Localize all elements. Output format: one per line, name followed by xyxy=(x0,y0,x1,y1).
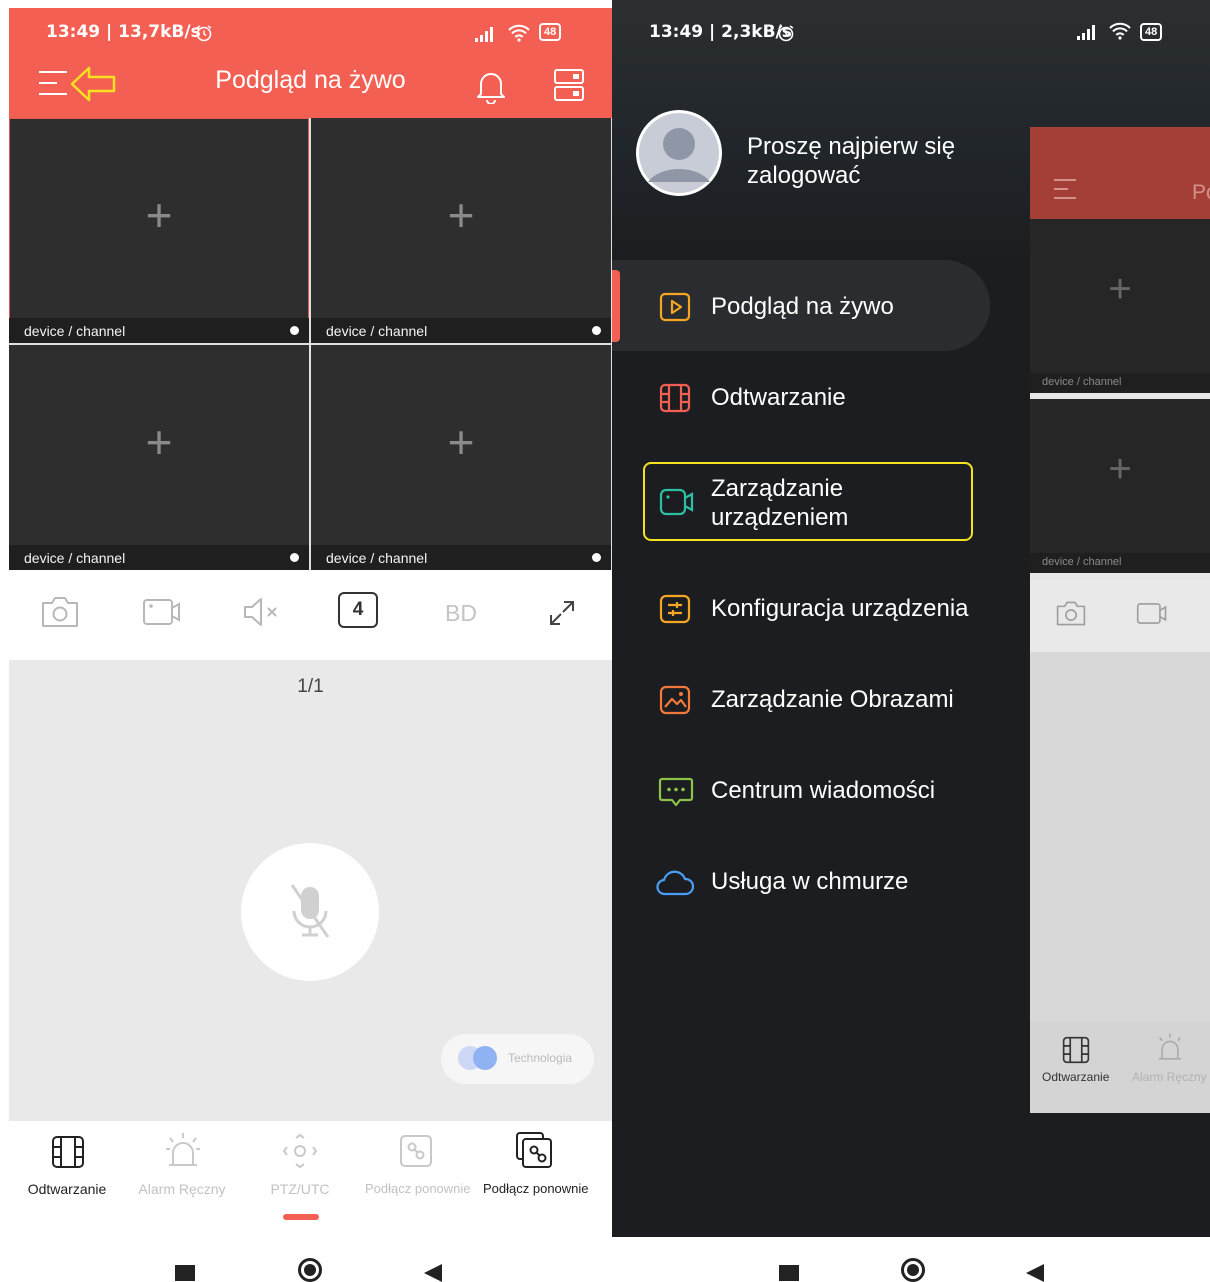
talk-button[interactable] xyxy=(241,843,379,981)
avatar[interactable] xyxy=(636,110,722,196)
image-icon xyxy=(658,685,692,715)
page-indicator: 1/1 xyxy=(297,676,324,697)
video-cell-2[interactable]: + device / channel xyxy=(311,118,611,343)
status-dot xyxy=(592,326,601,335)
home-icon[interactable] xyxy=(901,1258,925,1282)
wifi-icon xyxy=(507,24,531,42)
camera-icon xyxy=(658,486,696,518)
status-time: 13:49 | 13,7kB/s xyxy=(46,22,201,42)
status-dot xyxy=(592,553,601,562)
film-icon xyxy=(51,1135,85,1169)
peek-cell-1: + device / channel xyxy=(1030,219,1210,393)
signal-icon xyxy=(1077,24,1099,40)
status-dot xyxy=(290,326,299,335)
mute-icon[interactable] xyxy=(242,595,282,629)
recents-icon[interactable] xyxy=(779,1265,799,1281)
sliders-icon xyxy=(658,594,692,624)
bell-icon[interactable] xyxy=(475,68,507,104)
system-navbar-right xyxy=(612,1237,1210,1282)
toggle-circle-front xyxy=(473,1046,497,1070)
live-view-screen: 13:49 | 13,7kB/s 48 Podgląd na żywo + de… xyxy=(9,8,612,1237)
peek-bottom-tabs: Odtwarzanie Alarm Ręczny xyxy=(1030,1022,1210,1113)
app-header: 13:49 | 13,7kB/s 48 Podgląd na żywo xyxy=(9,8,612,118)
peek-title: Po xyxy=(1192,181,1210,204)
wifi-icon xyxy=(1108,22,1132,40)
menu-icon xyxy=(1052,177,1078,201)
alarm-clock-icon xyxy=(777,24,795,42)
ptz-icon xyxy=(282,1133,318,1169)
active-tab-indicator xyxy=(283,1214,319,1220)
signal-icon xyxy=(475,26,497,42)
technology-label: Technologia xyxy=(508,1051,573,1065)
navigation-drawer-screen: 13:49 | 2,3kB/s 48 Po + device / channel… xyxy=(612,0,1210,1237)
link-multi-icon xyxy=(515,1131,553,1169)
main-screen-peek[interactable]: Po + device / channel + device / channel… xyxy=(1030,127,1210,1113)
cell-label: device / channel xyxy=(326,323,428,339)
add-device-icon[interactable]: + xyxy=(9,415,309,469)
alarm-clock-icon xyxy=(195,24,213,42)
record-icon xyxy=(1136,600,1168,627)
technology-toggle[interactable]: Technologia xyxy=(441,1034,594,1084)
peek-toolbar xyxy=(1030,580,1210,652)
film-icon xyxy=(658,383,692,413)
snapshot-icon[interactable] xyxy=(41,595,79,629)
bottom-tab-bar: Odtwarzanie Alarm Ręczny PTZ/UTC Podłącz… xyxy=(9,1121,612,1237)
add-device-icon[interactable]: + xyxy=(9,188,309,242)
alarm-icon xyxy=(164,1131,202,1169)
cloud-icon xyxy=(656,867,694,897)
film-icon xyxy=(1062,1036,1090,1064)
cell-label: device / channel xyxy=(24,550,126,566)
snapshot-icon xyxy=(1056,600,1086,627)
peek-content xyxy=(1030,652,1210,1022)
record-icon[interactable] xyxy=(142,595,182,629)
message-icon xyxy=(658,776,694,808)
cell-label: device / channel xyxy=(24,323,126,339)
peek-header: Po xyxy=(1030,127,1210,219)
back-icon[interactable] xyxy=(424,1264,444,1282)
live-toolbar: 4 BD xyxy=(9,570,612,660)
add-device-icon[interactable]: + xyxy=(311,415,611,469)
video-grid: + device / channel + device / channel + … xyxy=(9,118,612,570)
home-icon[interactable] xyxy=(298,1258,322,1282)
play-icon xyxy=(658,292,692,322)
battery-indicator: 48 xyxy=(1140,23,1163,41)
fullscreen-icon[interactable] xyxy=(549,600,575,626)
page-title: Podgląd na żywo xyxy=(215,66,406,94)
recents-icon[interactable] xyxy=(175,1265,195,1281)
split-screen-button[interactable]: 4 xyxy=(338,592,378,628)
system-navbar-left xyxy=(0,1237,612,1282)
back-icon[interactable] xyxy=(1026,1264,1046,1282)
login-prompt[interactable]: Proszę najpierw się zalogować xyxy=(747,132,1027,190)
quality-button[interactable]: BD xyxy=(445,600,477,627)
cell-label: device / channel xyxy=(326,550,428,566)
video-cell-3[interactable]: + device / channel xyxy=(9,345,309,570)
video-cell-1[interactable]: + device / channel xyxy=(9,118,309,343)
device-list-icon[interactable] xyxy=(553,68,585,102)
mic-off-icon xyxy=(288,883,332,941)
alarm-icon xyxy=(1155,1032,1185,1062)
link-icon xyxy=(399,1134,433,1168)
active-item-marker xyxy=(612,270,620,342)
battery-indicator: 48 xyxy=(539,23,562,41)
status-dot xyxy=(290,553,299,562)
add-device-icon[interactable]: + xyxy=(311,188,611,242)
peek-cell-2: + device / channel xyxy=(1030,399,1210,573)
video-cell-4[interactable]: + device / channel xyxy=(311,345,611,570)
status-time: 13:49 | 2,3kB/s xyxy=(649,22,792,42)
